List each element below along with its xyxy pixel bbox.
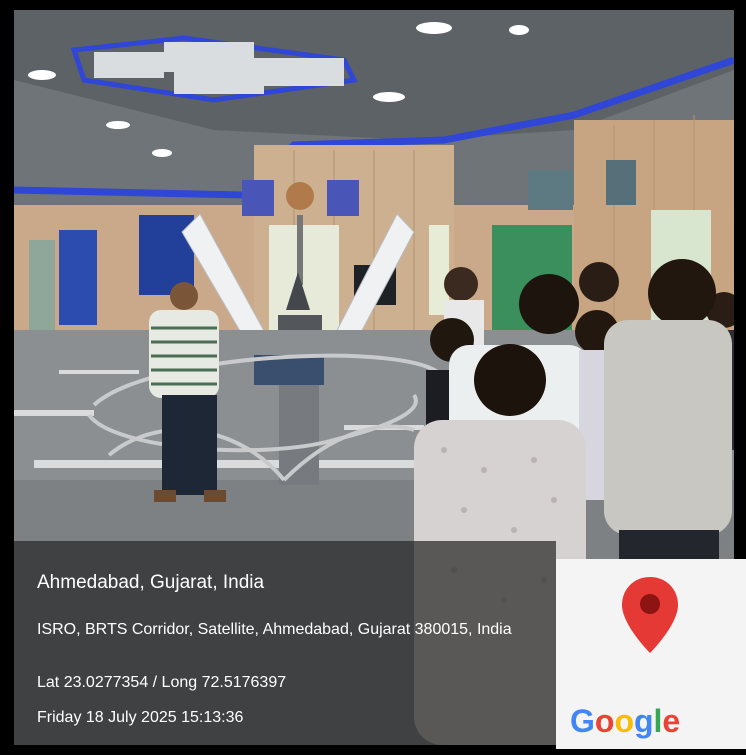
google-logo-letter: G bbox=[570, 703, 595, 739]
geotag-overlay: Ahmedabad, Gujarat, India ISRO, BRTS Cor… bbox=[14, 541, 556, 745]
google-logo: Google bbox=[570, 703, 680, 740]
google-logo-letter: g bbox=[633, 703, 654, 739]
location-address: ISRO, BRTS Corridor, Satellite, Ahmedaba… bbox=[37, 621, 512, 638]
capture-datetime: Friday 18 July 2025 15:13:36 bbox=[37, 709, 244, 726]
location-coordinates: Lat 23.0277354 / Long 72.5176397 bbox=[37, 674, 287, 691]
google-logo-letter: e bbox=[662, 703, 681, 739]
google-logo-letter: o bbox=[594, 703, 615, 739]
photo-frame: Ahmedabad, Gujarat, India ISRO, BRTS Cor… bbox=[0, 0, 746, 755]
google-map-thumbnail: Google bbox=[556, 559, 746, 749]
google-logo-letter: o bbox=[614, 703, 634, 739]
map-pin-icon bbox=[620, 575, 680, 655]
google-logo-letter: l bbox=[653, 703, 663, 739]
location-title: Ahmedabad, Gujarat, India bbox=[37, 572, 265, 593]
